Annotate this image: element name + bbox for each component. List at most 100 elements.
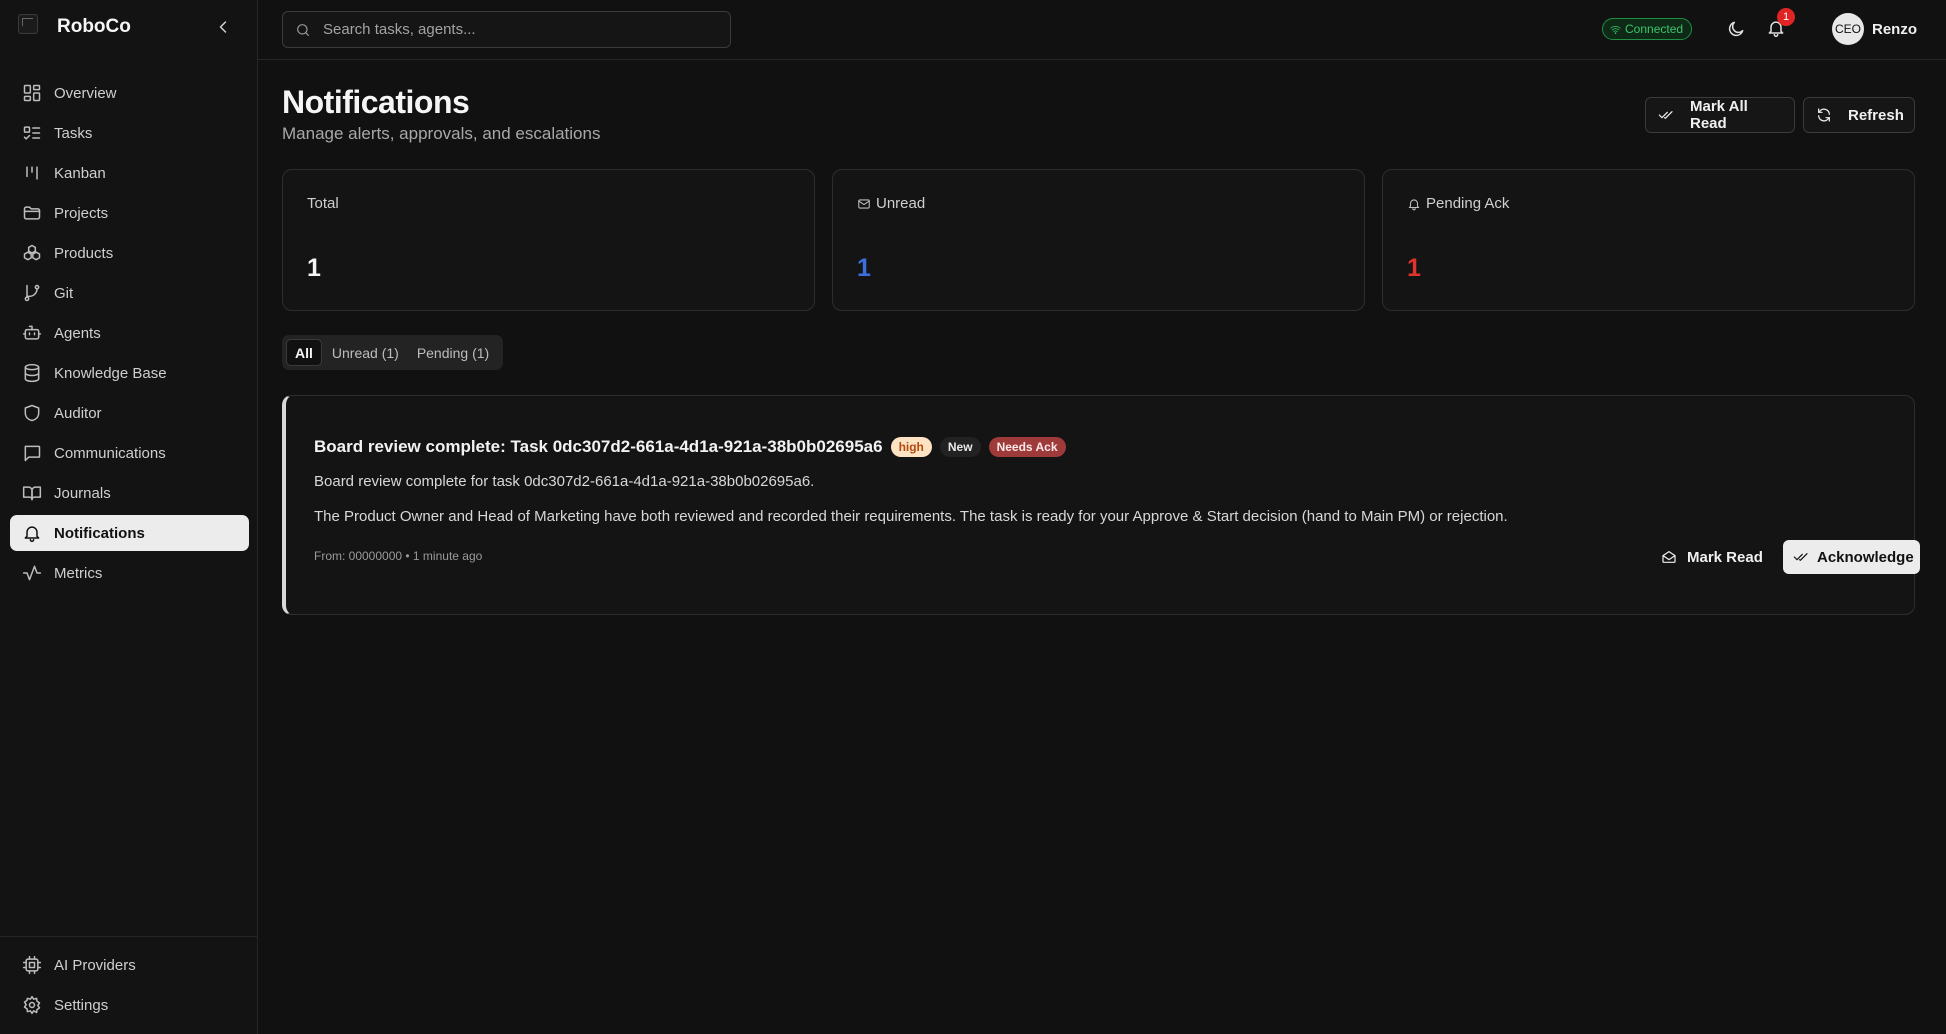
search-icon: [295, 22, 311, 38]
sidebar-item-label: Projects: [54, 204, 109, 222]
kanban-icon: [22, 163, 42, 183]
logo-icon: [18, 14, 38, 34]
stat-value: 1: [1407, 254, 1421, 282]
sidebar-item-label: Kanban: [54, 164, 106, 182]
check-check-icon: [1793, 549, 1809, 565]
sidebar-item-products[interactable]: Products: [10, 235, 249, 271]
notification-meta: From: 00000000 • 1 minute ago: [314, 549, 483, 563]
mail-icon: [857, 197, 871, 211]
user-menu[interactable]: CEO Renzo: [1832, 13, 1917, 45]
gear-icon: [22, 995, 42, 1015]
sidebar-item-label: Settings: [54, 996, 109, 1014]
notification-body: The Product Owner and Head of Marketing …: [314, 508, 1508, 525]
wifi-icon: [1610, 24, 1621, 35]
stat-card-pending-ack: Pending Ack 1: [1382, 169, 1915, 311]
boxes-icon: [22, 243, 42, 263]
bell-icon: [1407, 197, 1421, 211]
acknowledge-button[interactable]: Acknowledge: [1783, 540, 1920, 574]
acknowledge-label: Acknowledge: [1817, 548, 1914, 566]
sidebar-item-label: Knowledge Base: [54, 364, 167, 382]
sidebar-item-journals[interactable]: Journals: [10, 475, 249, 511]
tab-all[interactable]: All: [286, 339, 322, 366]
message-square-icon: [22, 443, 42, 463]
sidebar-item-knowledge-base[interactable]: Knowledge Base: [10, 355, 249, 391]
refresh-button[interactable]: Refresh: [1803, 97, 1915, 133]
cpu-icon: [22, 955, 42, 975]
avatar: CEO: [1832, 13, 1864, 45]
notification-summary: Board review complete for task 0dc307d2-…: [314, 473, 815, 490]
priority-badge: high: [890, 437, 932, 457]
sidebar-item-settings[interactable]: Settings: [10, 987, 248, 1023]
sidebar-item-auditor[interactable]: Auditor: [10, 395, 249, 431]
search-box[interactable]: [282, 11, 731, 48]
stat-label-text: Total: [307, 195, 339, 212]
activity-icon: [22, 563, 42, 583]
sidebar-item-git[interactable]: Git: [10, 275, 249, 311]
sidebar-item-projects[interactable]: Projects: [10, 195, 249, 231]
notification-title-row: Board review complete: Task 0dc307d2-661…: [314, 437, 1074, 457]
mail-open-icon: [1661, 549, 1677, 565]
stat-label: Unread: [857, 195, 925, 212]
moon-icon: [1728, 21, 1744, 37]
page-title: Notifications: [282, 84, 470, 120]
main-content: Notifications Manage alerts, approvals, …: [258, 60, 1946, 1034]
brand-name: RoboCo: [57, 16, 131, 37]
stat-card-unread: Unread 1: [832, 169, 1365, 311]
collapse-sidebar-button[interactable]: [213, 17, 233, 37]
book-open-icon: [22, 483, 42, 503]
sidebar-item-label: AI Providers: [54, 956, 136, 974]
connection-status-text: Connected: [1625, 22, 1684, 36]
notification-card: Board review complete: Task 0dc307d2-661…: [282, 395, 1920, 615]
sidebar-item-agents[interactable]: Agents: [10, 315, 249, 351]
sidebar-item-communications[interactable]: Communications: [10, 435, 249, 471]
status-badge: New: [939, 437, 981, 457]
sidebar-item-label: Communications: [54, 444, 166, 462]
stat-value: 1: [857, 254, 871, 282]
mark-read-button[interactable]: Mark Read: [1653, 540, 1771, 574]
page-subtitle: Manage alerts, approvals, and escalation…: [282, 124, 601, 143]
notification-title: Board review complete: Task 0dc307d2-661…: [314, 437, 883, 456]
shield-icon: [22, 403, 42, 423]
sidebar-item-label: Products: [54, 244, 114, 262]
refresh-label: Refresh: [1848, 106, 1904, 124]
sidebar-item-label: Auditor: [54, 404, 102, 422]
stat-label-text: Unread: [876, 195, 926, 212]
folder-icon: [22, 203, 42, 223]
sidebar-nav: Overview Tasks Kanban Projects Products …: [10, 75, 249, 595]
mark-read-label: Mark Read: [1687, 548, 1763, 566]
mark-all-read-button[interactable]: Mark All Read: [1645, 97, 1795, 133]
sidebar-item-label: Tasks: [54, 124, 93, 142]
sidebar-item-label: Agents: [54, 324, 101, 342]
sidebar-item-ai-providers[interactable]: AI Providers: [10, 947, 248, 983]
sidebar: RoboCo Overview Tasks Kanban Projects Pr…: [0, 0, 258, 1034]
needs-ack-badge: Needs Ack: [988, 437, 1066, 457]
sidebar-item-notifications[interactable]: Notifications: [10, 515, 249, 551]
tab-unread[interactable]: Unread (1): [324, 339, 407, 366]
sidebar-item-overview[interactable]: Overview: [10, 75, 249, 111]
layout-dashboard-icon: [22, 83, 42, 103]
bell-icon: [22, 523, 42, 543]
sidebar-bottom-nav: AI Providers Settings: [0, 936, 258, 1027]
sidebar-item-label: Metrics: [54, 564, 103, 582]
chevron-left-icon: [219, 21, 227, 33]
tab-pending[interactable]: Pending (1): [409, 339, 497, 366]
stat-value: 1: [307, 254, 321, 282]
brand: RoboCo: [0, 0, 258, 58]
sidebar-item-label: Journals: [54, 484, 111, 502]
database-icon: [22, 363, 42, 383]
connection-status-badge: Connected: [1602, 18, 1693, 40]
sidebar-item-metrics[interactable]: Metrics: [10, 555, 249, 591]
theme-toggle-button[interactable]: [1726, 19, 1746, 39]
user-name: Renzo: [1872, 20, 1917, 38]
refresh-icon: [1816, 107, 1832, 123]
notification-count-badge: 1: [1777, 8, 1795, 26]
sidebar-item-kanban[interactable]: Kanban: [10, 155, 249, 191]
search-input[interactable]: [323, 21, 713, 38]
check-check-icon: [1658, 107, 1674, 123]
sidebar-item-tasks[interactable]: Tasks: [10, 115, 249, 151]
filter-tabs: All Unread (1) Pending (1): [282, 335, 504, 370]
sidebar-item-label: Git: [54, 284, 74, 302]
stat-label: Total: [307, 195, 339, 212]
stat-card-total: Total 1: [282, 169, 815, 311]
bot-icon: [22, 323, 42, 343]
